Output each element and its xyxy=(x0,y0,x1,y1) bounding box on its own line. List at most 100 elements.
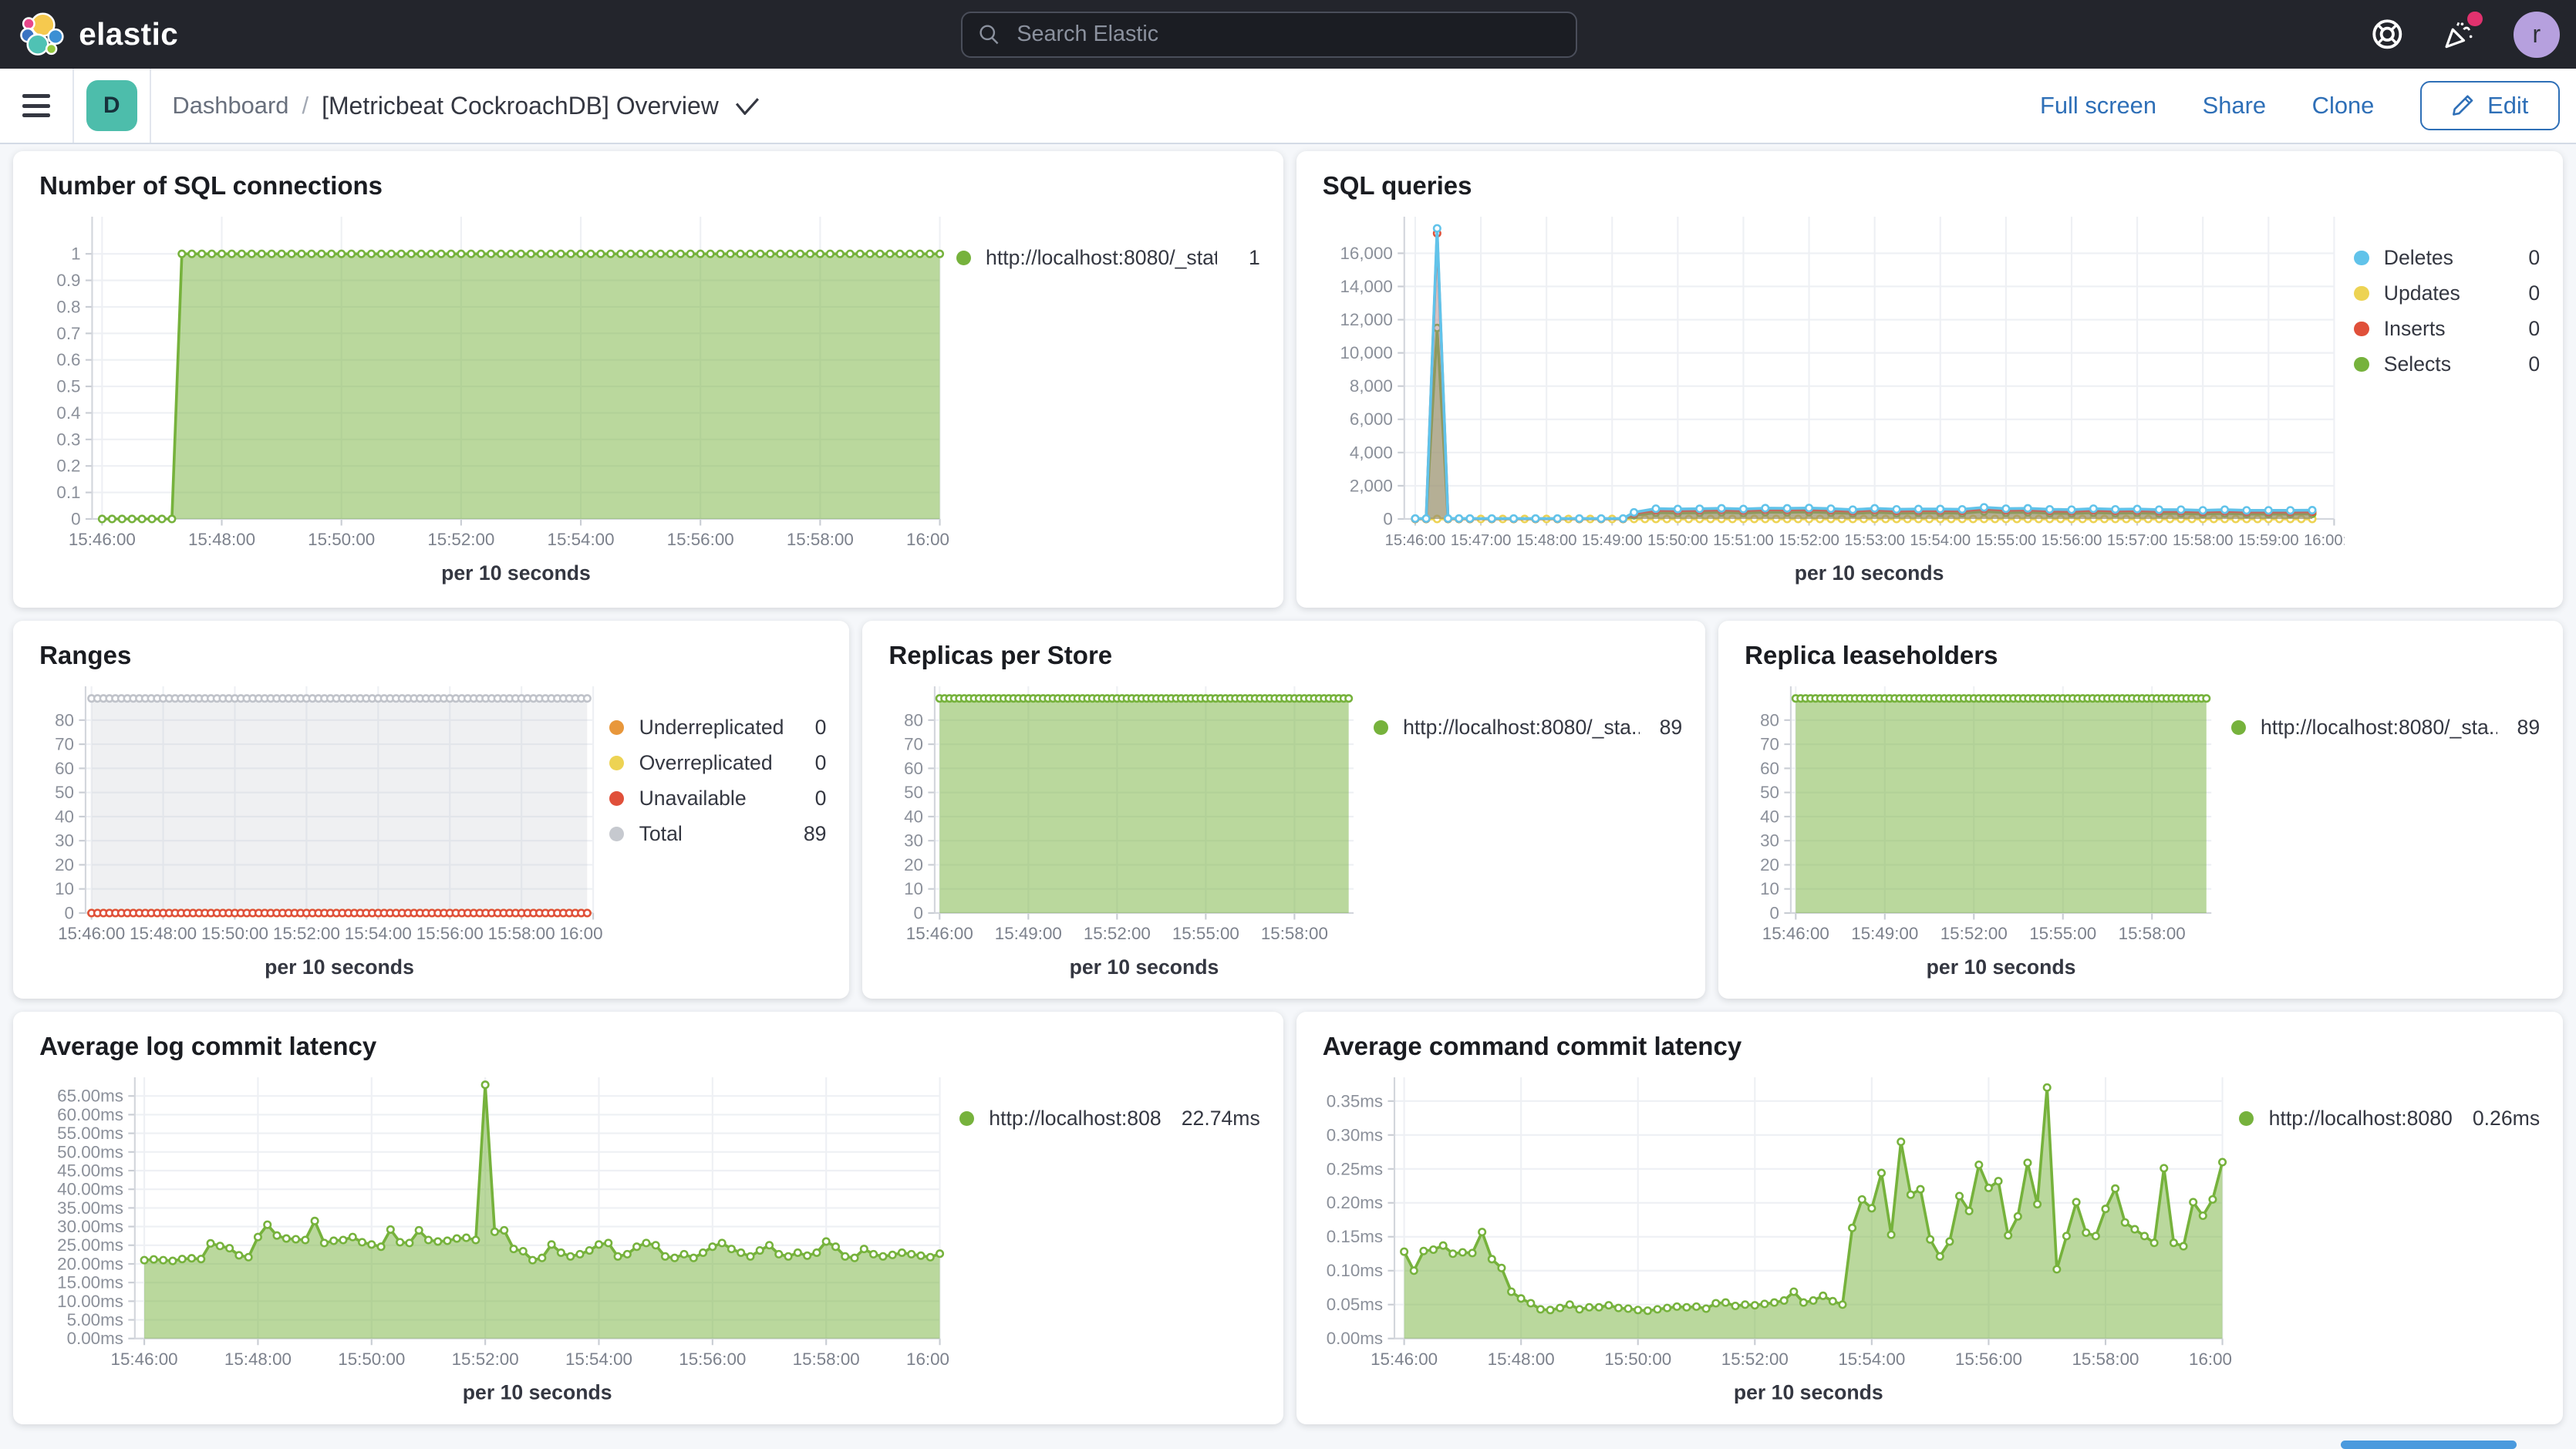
svg-text:15:49:00: 15:49:00 xyxy=(1582,532,1643,549)
svg-text:80: 80 xyxy=(55,710,74,730)
help-button[interactable] xyxy=(2369,16,2406,52)
legend-dot xyxy=(609,827,624,841)
page-title: [Metricbeat CockroachDB] Overview xyxy=(322,92,719,120)
svg-text:60.00ms: 60.00ms xyxy=(57,1105,123,1124)
legend-item[interactable]: http://localhost:8080... 0.26ms xyxy=(2239,1107,2540,1131)
svg-text:15:49:00: 15:49:00 xyxy=(995,924,1062,943)
legend-label: Inserts xyxy=(2384,317,2497,341)
search-input[interactable] xyxy=(1013,20,1559,49)
svg-text:15:50:00: 15:50:00 xyxy=(1605,1350,1672,1369)
global-search[interactable] xyxy=(961,12,1577,58)
elastic-home-link[interactable]: elastic xyxy=(0,12,178,57)
legend: Deletes0 Updates0 Inserts 0 Selects0 xyxy=(2354,204,2540,602)
legend-item[interactable]: Updates0 xyxy=(2354,281,2540,305)
panel-title: Ranges xyxy=(39,641,826,670)
svg-text:per 10 seconds: per 10 seconds xyxy=(441,561,591,585)
menu-button[interactable] xyxy=(0,69,74,143)
legend-item[interactable]: http://localhost:8080/_stat... 1 xyxy=(956,246,1260,270)
svg-text:15:48:00: 15:48:00 xyxy=(224,1350,292,1369)
svg-text:30.00ms: 30.00ms xyxy=(57,1217,123,1236)
legend-label: Overreplicated xyxy=(639,751,784,775)
legend-item[interactable]: http://localhost:808...22.74ms xyxy=(959,1107,1260,1131)
legend-item[interactable]: Selects0 xyxy=(2354,352,2540,376)
legend-label: http://localhost:8080/_sta... xyxy=(2261,716,2497,740)
kibana-dashboard-app: elastic xyxy=(0,0,2576,1449)
panel-command-commit-latency: Average command commit latency 0.35ms0.3… xyxy=(1296,1012,2563,1424)
legend-item[interactable]: Deletes0 xyxy=(2354,246,2540,270)
svg-text:0.3: 0.3 xyxy=(56,430,80,449)
svg-text:1: 1 xyxy=(71,244,80,263)
chart-canvas-command-latency[interactable]: 0.35ms0.30ms0.25ms0.20ms0.15ms0.10ms0.05… xyxy=(1319,1064,2232,1421)
svg-text:0: 0 xyxy=(64,903,73,922)
svg-text:15:54:00: 15:54:00 xyxy=(345,924,412,943)
chart-canvas-log-latency[interactable]: 65.00ms60.00ms55.00ms50.00ms45.00ms40.00… xyxy=(36,1064,949,1421)
notification-dot xyxy=(2467,12,2482,26)
svg-text:40: 40 xyxy=(904,807,923,826)
full-screen-button[interactable]: Full screen xyxy=(2040,92,2156,120)
svg-text:15:48:00: 15:48:00 xyxy=(1516,532,1577,549)
legend-value: 89 xyxy=(2517,716,2540,740)
chart-canvas-leaseholders[interactable]: 8070605040302010015:46:0015:49:0015:52:0… xyxy=(1741,673,2221,996)
legend-dot xyxy=(959,1111,974,1126)
legend-value: 0 xyxy=(804,787,827,810)
edit-button[interactable]: Edit xyxy=(2420,81,2560,130)
header-icons: r xyxy=(2369,0,2560,69)
svg-text:15:55:00: 15:55:00 xyxy=(2029,924,2096,943)
chart-canvas-sql-connections[interactable]: 10.90.80.70.60.50.40.30.20.1015:46:0015:… xyxy=(36,204,949,602)
legend-item[interactable]: Unavailable0 xyxy=(609,787,826,810)
svg-text:15:46:00: 15:46:00 xyxy=(1371,1350,1438,1369)
legend-dot xyxy=(2354,357,2369,372)
legend-item[interactable]: http://localhost:8080/_sta... 89 xyxy=(2231,716,2540,740)
svg-text:0: 0 xyxy=(914,903,923,922)
svg-text:0.30ms: 0.30ms xyxy=(1327,1125,1383,1144)
legend-value: 0.26ms xyxy=(2473,1107,2540,1131)
svg-text:15:52:00: 15:52:00 xyxy=(273,924,340,943)
svg-text:15:55:00: 15:55:00 xyxy=(1976,532,2037,549)
legend: http://localhost:808...22.74ms xyxy=(959,1064,1260,1421)
svg-text:0: 0 xyxy=(71,509,80,528)
legend-item[interactable]: http://localhost:8080/_sta...89 xyxy=(1374,716,1682,740)
legend-label: Underreplicated xyxy=(639,716,784,740)
legend-item[interactable]: Inserts 0 xyxy=(2354,317,2540,341)
elastic-logo-icon xyxy=(20,12,65,57)
svg-text:0.5: 0.5 xyxy=(56,376,80,396)
legend-item[interactable]: Underreplicated0 xyxy=(609,716,826,740)
chart-canvas-sql-queries[interactable]: 16,00014,00012,00010,0008,0006,0004,0002… xyxy=(1319,204,2344,602)
horizontal-scrollbar-thumb[interactable] xyxy=(2341,1441,2517,1449)
svg-text:16:00:00: 16:00:00 xyxy=(2189,1350,2232,1369)
title-menu-icon[interactable] xyxy=(735,97,760,115)
svg-text:per 10 seconds: per 10 seconds xyxy=(1927,955,2076,979)
legend-item[interactable]: Overreplicated 0 xyxy=(609,751,826,775)
panel-replica-leaseholders: Replica leaseholders 8070605040302010015… xyxy=(1718,621,2563,999)
legend-label: http://localhost:8080... xyxy=(2269,1107,2453,1131)
svg-text:per 10 seconds: per 10 seconds xyxy=(1734,1380,1883,1404)
breadcrumb-dashboard-link[interactable]: Dashboard xyxy=(172,92,288,120)
svg-text:10: 10 xyxy=(55,879,74,898)
legend-value: 0 xyxy=(2517,317,2540,341)
svg-text:0.05ms: 0.05ms xyxy=(1327,1295,1383,1314)
svg-text:15:53:00: 15:53:00 xyxy=(1845,532,1906,549)
svg-text:55.00ms: 55.00ms xyxy=(57,1124,123,1143)
svg-text:15:46:00: 15:46:00 xyxy=(906,924,973,943)
svg-text:5.00ms: 5.00ms xyxy=(66,1310,123,1329)
svg-text:10: 10 xyxy=(1760,879,1779,898)
share-button[interactable]: Share xyxy=(2203,92,2266,120)
legend-item[interactable]: Total89 xyxy=(609,822,826,846)
legend-dot xyxy=(609,720,624,735)
chart-canvas-replicas[interactable]: 8070605040302010015:46:0015:49:0015:52:0… xyxy=(885,673,1364,996)
svg-text:0.8: 0.8 xyxy=(56,297,80,316)
clone-button[interactable]: Clone xyxy=(2312,92,2375,120)
dashboard-app-badge[interactable]: D xyxy=(86,80,137,131)
svg-text:0.4: 0.4 xyxy=(56,403,80,423)
svg-text:16:00:00: 16:00:00 xyxy=(906,1350,949,1369)
svg-text:per 10 seconds: per 10 seconds xyxy=(1795,561,1944,585)
chart-canvas-ranges[interactable]: 8070605040302010015:46:0015:48:0015:50:0… xyxy=(36,673,603,996)
svg-text:10.00ms: 10.00ms xyxy=(57,1292,123,1311)
legend-label: http://localhost:8080/_stat... xyxy=(986,246,1217,270)
svg-text:0.20ms: 0.20ms xyxy=(1327,1193,1383,1212)
user-avatar[interactable]: r xyxy=(2514,12,2560,58)
legend-value: 0 xyxy=(804,751,827,775)
legend-value: 1 xyxy=(1237,246,1260,270)
newsfeed-button[interactable] xyxy=(2441,16,2477,52)
svg-text:20.00ms: 20.00ms xyxy=(57,1254,123,1273)
